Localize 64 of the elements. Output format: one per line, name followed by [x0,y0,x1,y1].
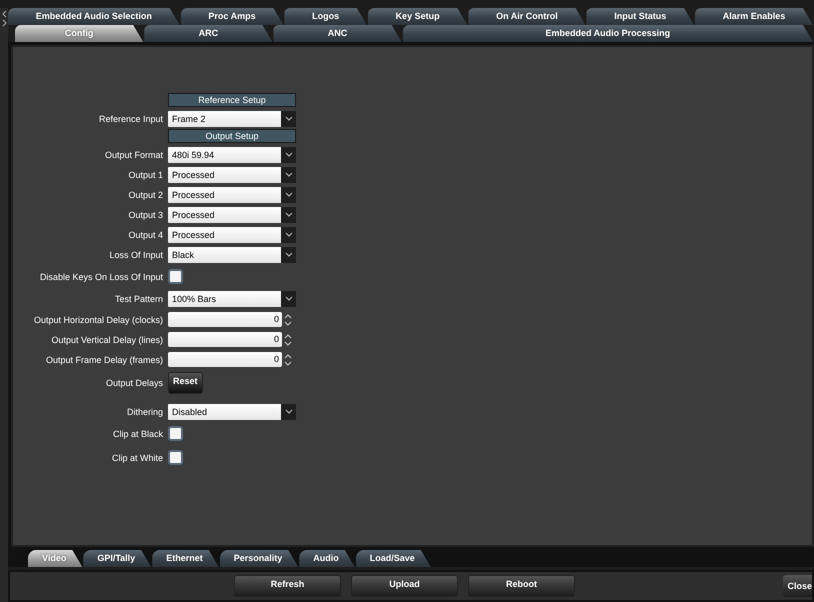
chevron-down-icon [284,252,292,258]
dropdown[interactable]: 100% Bars [168,291,296,307]
close-button[interactable]: Close [783,575,812,597]
dropdown[interactable]: Black [168,247,296,263]
tab[interactable]: Alarm Enables [694,8,813,25]
tab[interactable]: Audio [299,550,355,567]
tab[interactable]: Personality [220,550,298,567]
tab[interactable]: Ethernet [152,550,219,567]
field-label: Output Format [104,150,163,160]
dropdown[interactable]: Processed [168,227,296,243]
chevron-down-icon [284,212,292,218]
chevron-down-icon [284,409,292,415]
tab[interactable]: Embedded Audio Selection [8,8,180,25]
number-field[interactable]: 0 [168,352,282,367]
tab[interactable]: GPI/Tally [83,550,152,567]
field-label: Loss Of Input [108,250,163,260]
spinner-icon[interactable] [283,352,293,366]
dropdown[interactable]: Processed [168,187,296,203]
dropdown[interactable]: Processed [168,167,296,183]
footer-button[interactable]: Refresh [234,575,341,597]
section-header: Output Setup [168,129,296,143]
dropdown[interactable]: Frame 2 [168,111,296,127]
tab[interactable]: Key Setup [368,8,468,25]
chevron-down-icon [284,192,292,198]
tab[interactable]: Load/Save [356,550,431,567]
dropdown[interactable]: Processed [168,207,296,223]
spinner-icon[interactable] [283,332,293,346]
chevron-down-icon [284,296,292,302]
field-label: Output 4 [127,230,163,240]
field-label: Output Delays [104,378,163,388]
number-field[interactable]: 0 [168,332,282,347]
spinner-icon[interactable] [283,312,293,326]
field-label: Output 2 [127,190,163,200]
field-label: Output Frame Delay (frames) [44,354,163,364]
tab[interactable]: Proc Amps [180,8,284,25]
field-label: Test Pattern [114,294,163,304]
field-label: Output 1 [127,170,163,180]
field-label: Reference Input [98,114,163,124]
scroll-left-icon[interactable] [2,10,6,18]
field-label: Output Vertical Delay (lines) [50,334,163,344]
scroll-right-icon[interactable] [2,19,6,27]
chevron-down-icon [284,152,292,158]
chevron-down-icon [284,232,292,238]
dropdown[interactable]: 480i 59.94 [168,147,296,163]
field-label: Output Horizontal Delay (clocks) [32,314,163,324]
chevron-down-icon [284,116,292,122]
field-label: Disable Keys On Loss Of Input [38,272,163,282]
field-label: Dithering [126,407,163,417]
checkbox[interactable] [168,426,183,441]
tab[interactable]: On Air Control [468,8,586,25]
field-label: Clip at Black [112,428,163,438]
footer-button[interactable]: Upload [351,575,458,597]
tab[interactable]: Logos [284,8,367,25]
checkbox[interactable] [168,269,183,284]
section-header: Reference Setup [168,93,296,107]
number-field[interactable]: 0 [168,312,282,327]
tab[interactable]: Input Status [586,8,694,25]
field-label: Clip at White [110,452,163,462]
reset-button[interactable]: Reset [168,372,203,394]
field-label: Output 3 [127,210,163,220]
checkbox[interactable] [168,450,183,465]
footer-button[interactable]: Reboot [468,575,575,597]
dropdown[interactable]: Disabled [168,404,296,420]
chevron-down-icon [284,172,292,178]
